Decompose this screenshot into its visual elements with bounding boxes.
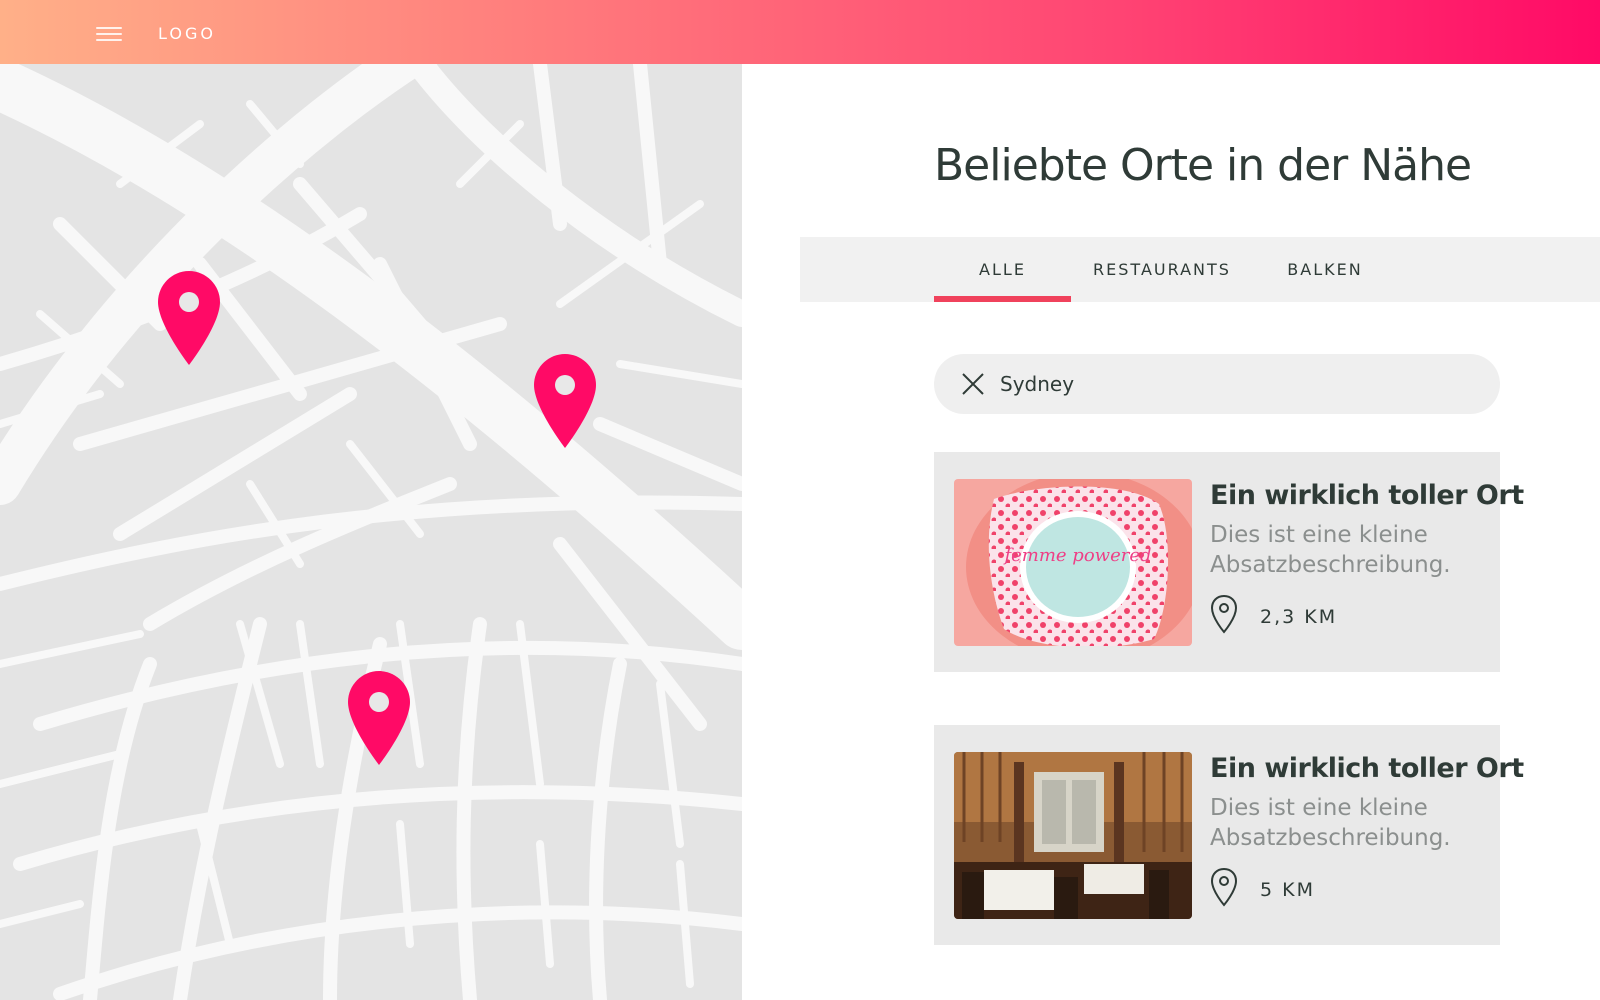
street-map bbox=[0, 64, 742, 1000]
place-description: Dies ist eine kleine Absatzbeschreibung. bbox=[1210, 795, 1451, 851]
location-pin-icon bbox=[1210, 594, 1238, 634]
tab-alle[interactable]: ALLE bbox=[934, 237, 1071, 302]
search-input[interactable]: Sydney bbox=[934, 354, 1500, 414]
cake-lettering: femme powered bbox=[1002, 545, 1151, 566]
place-title[interactable]: Ein wirklich toller Ort bbox=[1210, 753, 1524, 784]
tab-restaurants[interactable]: RESTAURANTS bbox=[1087, 237, 1237, 302]
place-title[interactable]: Ein wirklich toller Ort bbox=[1210, 480, 1524, 511]
search-query: Sydney bbox=[1000, 372, 1075, 396]
tab-balken[interactable]: BALKEN bbox=[1262, 237, 1388, 302]
tab-bar: ALLE RESTAURANTS BALKEN bbox=[800, 237, 1600, 302]
page-title: Beliebte Orte in der Nähe bbox=[934, 140, 1472, 191]
place-card[interactable]: femme powered Ein wirklich toller Ort Di… bbox=[934, 452, 1524, 672]
logo[interactable]: LOGO bbox=[158, 24, 216, 43]
cake-photo: femme powered bbox=[954, 479, 1192, 646]
top-app-bar: LOGO bbox=[0, 0, 1600, 64]
place-card[interactable]: Ein wirklich toller Ort Dies ist eine kl… bbox=[934, 725, 1524, 945]
map-view[interactable] bbox=[0, 64, 742, 1000]
hamburger-menu-icon[interactable] bbox=[96, 27, 122, 43]
map-pin-icon[interactable] bbox=[158, 271, 220, 365]
map-pin-icon[interactable] bbox=[348, 671, 410, 765]
close-icon[interactable] bbox=[960, 371, 986, 397]
place-distance: 5 KM bbox=[1260, 879, 1315, 901]
restaurant-interior-photo bbox=[954, 752, 1192, 919]
location-pin-icon bbox=[1210, 867, 1238, 907]
place-description: Dies ist eine kleine Absatzbeschreibung. bbox=[1210, 522, 1451, 578]
map-pin-icon[interactable] bbox=[534, 354, 596, 448]
place-distance: 2,3 KM bbox=[1260, 606, 1338, 628]
